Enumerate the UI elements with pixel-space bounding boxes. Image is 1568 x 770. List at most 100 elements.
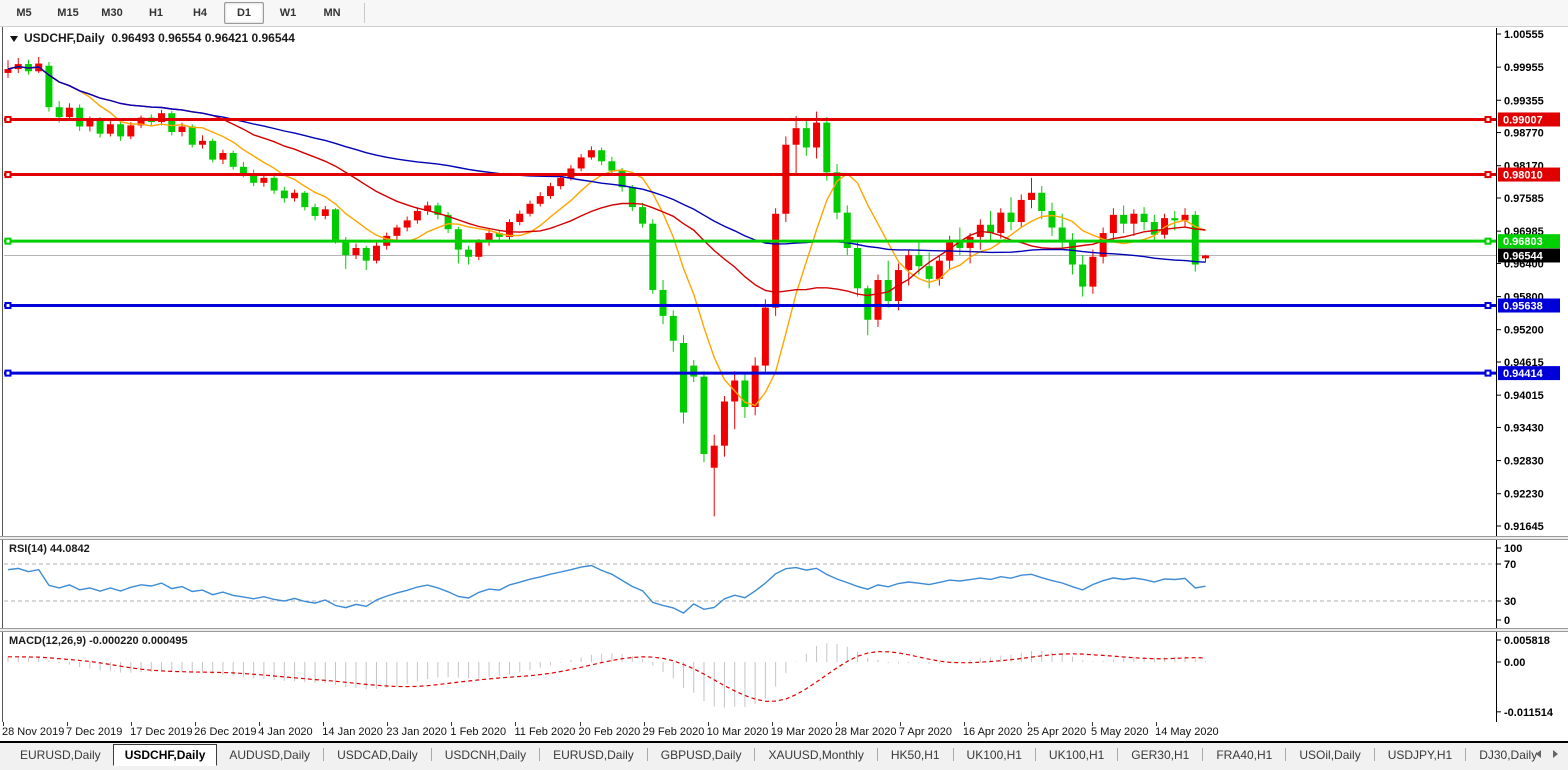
timeframe-button-m15[interactable]: M15 [48, 2, 88, 24]
chart-tab-usdcnh-4[interactable]: USDCNH,Daily [433, 744, 538, 766]
time-axis-label: 7 Apr 2020 [899, 726, 952, 738]
timeframe-button-h4[interactable]: H4 [180, 2, 220, 24]
svg-text:-0.011514: -0.011514 [1504, 707, 1554, 719]
svg-text:0.92830: 0.92830 [1504, 456, 1544, 468]
time-axis-label: 19 Mar 2020 [771, 726, 833, 738]
chart-tab-usdjpy-14[interactable]: USDJPY,H1 [1376, 744, 1464, 766]
timeframe-button-h1[interactable]: H1 [136, 2, 176, 24]
rsi-indicator-label: RSI(14) 44.0842 [9, 543, 90, 555]
rsi-level-lines [4, 564, 1496, 601]
time-axis-label: 14 Jan 2020 [322, 726, 383, 738]
macd-panel[interactable]: 0.005818 0.00 -0.011514 [0, 632, 1568, 722]
time-axis-label: 1 Feb 2020 [450, 726, 506, 738]
svg-text:0.97585: 0.97585 [1504, 193, 1544, 205]
timeframe-button-m5[interactable]: M5 [4, 2, 44, 24]
svg-text:0: 0 [1504, 615, 1510, 627]
tab-separator [1465, 748, 1466, 761]
tab-separator [647, 748, 648, 761]
time-axis-label: 16 Apr 2020 [963, 726, 1022, 738]
chart-tab-audusd-2[interactable]: AUDUSD,Daily [217, 744, 322, 766]
horizontal-level-lines[interactable] [4, 116, 1496, 377]
chart-tab-bar: EURUSD,DailyUSDCHF,DailyAUDUSD,DailyUSDC… [0, 743, 1568, 770]
time-axis-label: 29 Feb 2020 [643, 726, 705, 738]
chart-tab-usdcad-3[interactable]: USDCAD,Daily [325, 744, 430, 766]
chart-tab-usdchf-1[interactable]: USDCHF,Daily [113, 744, 218, 766]
time-axis-label: 7 Dec 2019 [66, 726, 122, 738]
tab-separator [1117, 748, 1118, 761]
svg-text:0.94015: 0.94015 [1504, 390, 1544, 402]
rsi-panel[interactable]: 100 70 30 0 [0, 540, 1568, 628]
svg-text:0.00: 0.00 [1504, 657, 1525, 669]
svg-text:0.96803: 0.96803 [1503, 236, 1543, 248]
tab-separator [1202, 748, 1203, 761]
svg-text:100: 100 [1504, 543, 1522, 555]
macd-name: MACD(12,26,9) [9, 635, 86, 647]
chart-tab-uk100-10[interactable]: UK100,H1 [1037, 744, 1116, 766]
chart-tab-eurusd-5[interactable]: EURUSD,Daily [541, 744, 646, 766]
svg-text:0.94414: 0.94414 [1503, 368, 1544, 380]
main-price-chart[interactable]: 1.005550.999550.993550.987700.981700.975… [0, 28, 1568, 536]
moving-averages [8, 67, 1206, 406]
svg-text:0.96544: 0.96544 [1503, 250, 1544, 262]
chart-dropdown-icon[interactable] [10, 36, 18, 42]
svg-text:0.99007: 0.99007 [1503, 114, 1543, 126]
svg-text:0.005818: 0.005818 [1504, 635, 1550, 647]
chart-tab-hk50-8[interactable]: HK50,H1 [879, 744, 952, 766]
tab-separator [323, 748, 324, 761]
chart-tab-fra40-12[interactable]: FRA40,H1 [1204, 744, 1284, 766]
time-axis-label: 5 May 2020 [1091, 726, 1148, 738]
chart-tab-uk100-9[interactable]: UK100,H1 [955, 744, 1034, 766]
tab-separator [1374, 748, 1375, 761]
tab-separator [431, 748, 432, 761]
tab-separator [1035, 748, 1036, 761]
svg-text:30: 30 [1504, 596, 1516, 608]
timeframe-button-d1[interactable]: D1 [224, 2, 264, 24]
timeframe-toolbar: M5M15M30H1H4D1W1MN [0, 0, 1568, 27]
svg-text:0.91645: 0.91645 [1504, 521, 1544, 533]
svg-text:1.00555: 1.00555 [1504, 29, 1544, 41]
timeframe-button-w1[interactable]: W1 [268, 2, 308, 24]
tab-separator [1285, 748, 1286, 761]
chart-title: USDCHF,Daily 0.96493 0.96554 0.96421 0.9… [10, 31, 295, 45]
time-axis-label: 14 May 2020 [1155, 726, 1219, 738]
chart-tab-usoil-13[interactable]: USOil,Daily [1287, 744, 1372, 766]
time-axis-label: 28 Nov 2019 [2, 726, 64, 738]
macd-histogram [8, 643, 1205, 707]
chart-tab-gbpusd-6[interactable]: GBPUSD,Daily [649, 744, 754, 766]
time-axis-label: 20 Feb 2020 [579, 726, 641, 738]
chart-ohlc-values: 0.96493 0.96554 0.96421 0.96544 [111, 31, 295, 45]
timeframe-button-mn[interactable]: MN [312, 2, 352, 24]
macd-axis: 0.005818 0.00 -0.011514 [1496, 632, 1554, 722]
tab-separator [754, 748, 755, 761]
time-axis-label: 10 Mar 2020 [707, 726, 769, 738]
svg-text:0.95638: 0.95638 [1503, 301, 1543, 313]
tab-separator [877, 748, 878, 761]
svg-text:0.92230: 0.92230 [1504, 489, 1544, 501]
rsi-axis: 100 70 30 0 [1496, 540, 1522, 628]
timeframe-button-m30[interactable]: M30 [92, 2, 132, 24]
time-axis-label: 17 Dec 2019 [130, 726, 192, 738]
svg-text:0.98010: 0.98010 [1503, 170, 1543, 182]
trading-platform-window: M5M15M30H1H4D1W1MN 1.005550.999550.99355… [0, 0, 1568, 770]
svg-text:70: 70 [1504, 559, 1516, 571]
chart-tab-ger30-11[interactable]: GER30,H1 [1119, 744, 1201, 766]
price-axis[interactable]: 1.005550.999550.993550.987700.981700.975… [1496, 28, 1560, 536]
time-axis-label: 23 Jan 2020 [386, 726, 447, 738]
svg-text:0.95200: 0.95200 [1504, 325, 1544, 337]
time-axis-label: 28 Mar 2020 [835, 726, 897, 738]
rsi-value: 44.0842 [50, 543, 90, 555]
time-axis-label: 4 Jan 2020 [258, 726, 312, 738]
time-axis[interactable]: 28 Nov 20197 Dec 2019 17 Dec 201926 Dec 2… [0, 722, 1568, 741]
scroll-left-icon[interactable] [1536, 750, 1541, 758]
chart-tab-eurusd-0[interactable]: EURUSD,Daily [8, 744, 113, 766]
svg-text:0.93430: 0.93430 [1504, 422, 1544, 434]
svg-text:0.99355: 0.99355 [1504, 95, 1544, 107]
macd-signal-line [8, 652, 1206, 702]
time-axis-label: 25 Apr 2020 [1027, 726, 1086, 738]
time-axis-label: 26 Dec 2019 [194, 726, 256, 738]
svg-text:0.98770: 0.98770 [1504, 128, 1544, 140]
tab-separator [953, 748, 954, 761]
macd-indicator-label: MACD(12,26,9) -0.000220 0.000495 [9, 635, 188, 647]
chart-tab-xauusd-7[interactable]: XAUUSD,Monthly [756, 744, 875, 766]
scroll-right-icon[interactable] [1553, 750, 1558, 758]
